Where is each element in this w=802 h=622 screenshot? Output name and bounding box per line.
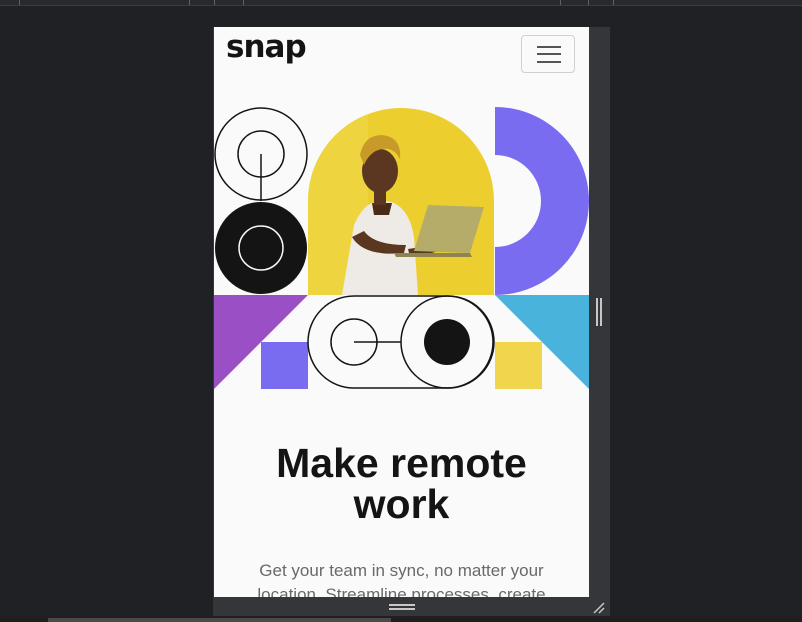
- bottom-panel-strip: [0, 616, 802, 622]
- toolbar-divider: [189, 0, 190, 5]
- toolbar-divider: [214, 0, 215, 5]
- resize-handle-right[interactable]: [596, 298, 602, 326]
- toolbar-divider: [613, 0, 614, 5]
- horizontal-scrollbar[interactable]: [48, 618, 391, 622]
- pill-toggle-shape: [307, 295, 495, 389]
- black-circle-shape: [215, 202, 307, 294]
- hero-title-line: Make remote: [276, 440, 527, 486]
- resize-handle-bottom[interactable]: [389, 604, 415, 610]
- hero-photo: [308, 108, 494, 295]
- toolbar-divider: [19, 0, 20, 5]
- hero-title-line: work: [353, 481, 450, 527]
- devtools-toolbar: [0, 0, 802, 6]
- resize-handle-corner[interactable]: [592, 600, 606, 614]
- hero-description: Get your team in sync, no matter your lo…: [257, 561, 546, 597]
- purple-square-shape: [261, 342, 308, 389]
- hero-illustration: [214, 107, 589, 389]
- toolbar-divider: [588, 0, 589, 5]
- menu-toggle-button[interactable]: [521, 35, 575, 73]
- outline-circle-shape: [214, 107, 308, 201]
- hero-title: Make remote work: [214, 443, 589, 525]
- mobile-viewport: snap Make remote work Get your team in s…: [214, 27, 589, 597]
- toolbar-divider: [243, 0, 244, 5]
- yellow-square-shape: [495, 342, 542, 389]
- toolbar-divider: [560, 0, 561, 5]
- site-logo[interactable]: snap: [226, 29, 307, 65]
- purple-half-ring-shape: [495, 107, 589, 295]
